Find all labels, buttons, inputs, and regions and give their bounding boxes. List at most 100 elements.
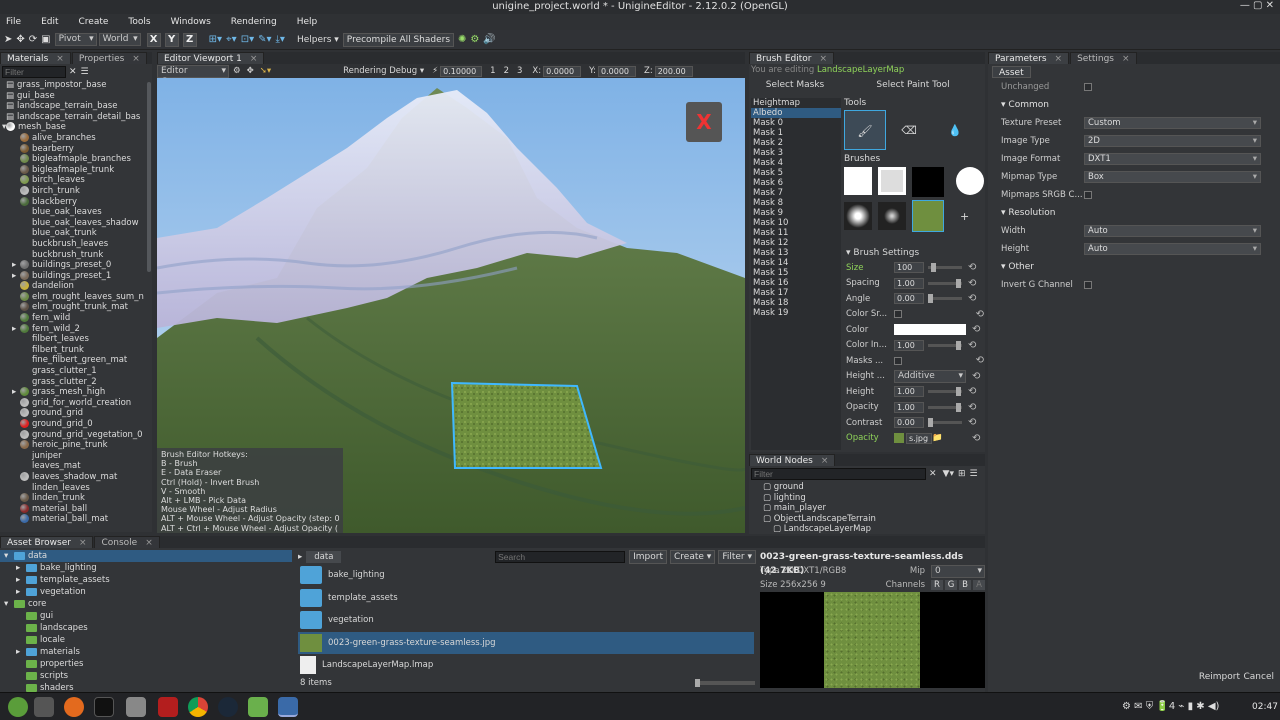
tab-settings[interactable]: Settings × [1070, 52, 1137, 64]
brush-black[interactable] [912, 167, 944, 197]
setting-checkbox[interactable] [894, 356, 902, 365]
param-select[interactable]: Custom [1084, 117, 1261, 129]
reset-icon[interactable]: ⟲ [968, 417, 976, 428]
mask-item[interactable]: Mask 14 [751, 258, 841, 268]
asset-file-item[interactable]: 0023-green-grass-texture-seamless.jpg [298, 631, 754, 654]
tab-console[interactable]: Console × [94, 536, 160, 548]
snap-surface-icon[interactable]: ⊡▾ [241, 33, 254, 47]
mask-item[interactable]: Mask 0 [751, 118, 841, 128]
material-item[interactable]: ground_grid [6, 408, 152, 419]
chrome-icon[interactable] [188, 697, 208, 717]
folder-icon[interactable]: 📁 [932, 433, 943, 443]
tab-editor-viewport[interactable]: Editor Viewport 1 × [157, 52, 265, 64]
world-node-item[interactable]: ▢ main_player [753, 503, 985, 514]
expand-arrow-icon[interactable]: ▸ [12, 387, 16, 398]
material-item[interactable]: ▤ landscape_terrain_base [6, 101, 152, 112]
add-brush-icon[interactable]: + [960, 210, 969, 223]
asset-folder-item[interactable]: properties [0, 658, 292, 670]
tray-icons[interactable]: ⚙ ✉ ⛨ 🔋4 ⌁ ▮ ✱ ◀) [1122, 701, 1219, 712]
asset-folder-item[interactable]: gui [0, 610, 292, 622]
world-node-item[interactable]: ▢ LandscapeLayerMap [753, 524, 985, 535]
material-item[interactable]: fern_wild [6, 313, 152, 324]
common-arrow-icon[interactable]: ▾ [1001, 100, 1006, 110]
expand-arrow-icon[interactable]: ▾ [4, 598, 14, 610]
firefox-icon[interactable] [64, 697, 84, 717]
collapse-arrow-icon[interactable]: ▾ [846, 248, 851, 258]
unigine-browser-icon[interactable] [248, 697, 268, 717]
menu-edit[interactable]: Edit [41, 17, 58, 27]
asset-folder-item[interactable]: ▸ template_assets [0, 574, 292, 586]
material-item[interactable]: buckbrush_trunk [6, 250, 152, 261]
materials-scrollbar[interactable] [147, 82, 151, 272]
setting-value[interactable]: 0.00 [894, 417, 924, 429]
expand-arrow-icon[interactable]: ▸ [16, 574, 26, 586]
tab-asset[interactable]: Asset [992, 66, 1031, 78]
mask-item[interactable]: Mask 15 [751, 268, 841, 278]
mint-menu-icon[interactable] [8, 697, 28, 717]
material-item[interactable]: buckbrush_leaves [6, 239, 152, 250]
material-item[interactable]: bigleafmaple_trunk [6, 164, 152, 176]
mask-item[interactable]: Albedo [751, 108, 841, 118]
asset-search-input[interactable] [495, 551, 626, 563]
mask-item[interactable]: Mask 7 [751, 188, 841, 198]
mask-item[interactable]: Mask 13 [751, 248, 841, 258]
asset-folder-item[interactable]: ▸ materials [0, 646, 292, 658]
material-item[interactable]: grass_clutter_2 [6, 377, 152, 388]
snap-grid-icon[interactable]: ⊞▾ [209, 33, 222, 47]
material-item[interactable]: bigleafmaple_branches [6, 154, 152, 165]
steam-icon[interactable] [218, 697, 238, 717]
material-item[interactable]: material_ball_mat [6, 514, 152, 525]
material-item[interactable]: ▤ gui_base [6, 91, 152, 102]
setting-slider[interactable] [928, 402, 962, 412]
mask-item[interactable]: Mask 5 [751, 168, 841, 178]
expand-all-icon[interactable]: ⊞ [958, 469, 966, 479]
expand-arrow-icon[interactable]: ▾ [4, 550, 14, 562]
tab-properties[interactable]: Properties × [71, 52, 147, 64]
tab-brush-editor[interactable]: Brush Editor × [749, 52, 835, 64]
pivot-select[interactable]: Pivot [54, 33, 97, 46]
brush-small-circle[interactable] [878, 202, 906, 230]
mask-item[interactable]: Mask 2 [751, 138, 841, 148]
eraser-tool-icon[interactable]: ⌫ [886, 124, 932, 137]
channel-g-button[interactable]: G [945, 580, 957, 590]
layer-3-button[interactable]: 3 [517, 66, 522, 76]
material-item[interactable]: elm_rought_trunk_mat [6, 302, 152, 313]
material-item[interactable]: fine_filbert_green_mat [6, 355, 152, 366]
camera-fly-icon[interactable]: ➘▾ [260, 66, 271, 76]
asset-folder-item[interactable]: ▾ core [0, 598, 292, 610]
helpers-menu[interactable]: Helpers ▾ [297, 33, 339, 47]
setting-slider[interactable] [928, 387, 962, 397]
clear-filter-icon[interactable]: ✕ [69, 67, 77, 77]
tab-parameters[interactable]: Parameters × [988, 52, 1070, 64]
collapse-all-icon[interactable]: ☰ [970, 469, 978, 479]
world-select[interactable]: World [98, 33, 141, 46]
unigine-editor-icon[interactable] [278, 697, 298, 717]
material-item[interactable]: ▸ buildings_preset_0 [6, 260, 152, 271]
setting-slider[interactable] [928, 340, 962, 350]
mask-item[interactable]: Mask 6 [751, 178, 841, 188]
asset-folder-item[interactable]: ▾ data [0, 550, 292, 562]
setting-value[interactable]: 1.00 [894, 386, 924, 398]
resolution-arrow-icon[interactable]: ▾ [1001, 208, 1006, 218]
menu-help[interactable]: Help [297, 17, 318, 27]
setting-slider[interactable] [928, 418, 962, 428]
material-item[interactable]: filbert_trunk [6, 345, 152, 356]
menu-rendering[interactable]: Rendering [231, 17, 277, 27]
reset-icon[interactable]: ⟲ [968, 402, 976, 413]
setting-slider[interactable] [928, 278, 962, 288]
camera-select[interactable]: Editor Camera [157, 64, 229, 87]
drop-to-ground-icon[interactable]: ⤓▾ [276, 33, 285, 47]
menu-create[interactable]: Create [79, 17, 109, 27]
create-button[interactable]: Create ▾ [670, 550, 716, 564]
mipmaps-srgb-checkbox[interactable] [1084, 191, 1092, 199]
setting-value[interactable]: 1.00 [894, 277, 924, 289]
camera-settings-icon[interactable]: ⚙ [233, 66, 241, 76]
material-item[interactable]: alive_branches [6, 132, 152, 144]
material-item[interactable]: bearberry [6, 143, 152, 155]
mask-item[interactable]: Mask 17 [751, 288, 841, 298]
expand-arrow-icon[interactable]: ▸ [16, 646, 26, 658]
mask-item[interactable]: Mask 16 [751, 278, 841, 288]
param-select[interactable]: Auto [1084, 225, 1261, 237]
asset-folder-item[interactable]: scripts [0, 670, 292, 682]
material-item[interactable]: material_ball [6, 503, 152, 515]
